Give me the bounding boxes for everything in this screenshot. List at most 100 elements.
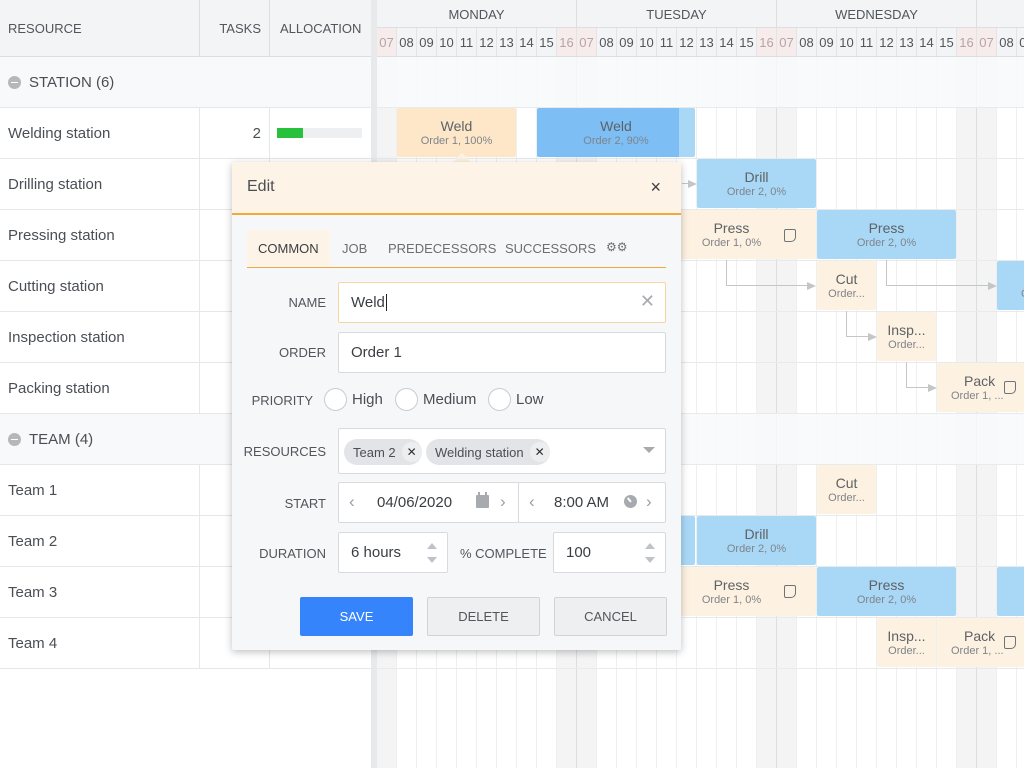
- close-icon[interactable]: ×: [650, 177, 661, 198]
- hour-header: 11: [457, 28, 477, 56]
- task-bar[interactable]: Press Order 2, 0%: [817, 210, 956, 259]
- dependency-line: [846, 336, 868, 337]
- task-bar[interactable]: Drill Order 2, 0%: [697, 516, 816, 565]
- task-name: Insp...: [887, 321, 926, 338]
- collapse-icon[interactable]: [8, 432, 21, 446]
- task-bar[interactable]: Cut Order...: [817, 261, 876, 310]
- hour-header: 08: [997, 28, 1017, 56]
- priority-option-label: High: [352, 391, 383, 408]
- resource-name: Pressing station: [0, 210, 200, 260]
- task-name: Press: [713, 576, 750, 593]
- decrement-icon[interactable]: [427, 557, 437, 563]
- task-name: Pack: [964, 627, 996, 644]
- order-label: ORDER: [279, 345, 326, 360]
- tab-successors[interactable]: SUCCESSORS: [494, 230, 607, 266]
- dropdown-arrow-icon[interactable]: [643, 447, 655, 453]
- task-bar[interactable]: Insp... Order...: [877, 618, 936, 667]
- column-header-resource[interactable]: RESOURCE: [0, 0, 200, 57]
- task-name: Drill: [744, 525, 769, 542]
- hour-header: 09: [617, 28, 637, 56]
- percent-complete-input[interactable]: 100: [553, 532, 666, 573]
- column-header-allocation[interactable]: ALLOCATION: [270, 0, 371, 57]
- task-bar[interactable]: Cut Order...: [817, 465, 876, 514]
- duration-value: 6 hours: [351, 544, 402, 561]
- task-bar[interactable]: O: [997, 261, 1024, 310]
- note-icon[interactable]: [784, 229, 796, 242]
- column-header-tasks[interactable]: TASKS: [200, 0, 270, 57]
- task-bar[interactable]: Drill Order 2, 0%: [697, 159, 816, 208]
- start-date-input[interactable]: ‹ 04/06/2020 ›: [338, 482, 519, 523]
- increment-icon[interactable]: [427, 543, 437, 549]
- note-icon[interactable]: [1004, 636, 1016, 649]
- duration-input[interactable]: 6 hours: [338, 532, 448, 573]
- dependency-arrow: [807, 282, 816, 290]
- priority-radio-low[interactable]: [488, 388, 511, 411]
- resources-label: RESOURCES: [243, 444, 326, 459]
- priority-radio-high[interactable]: [324, 388, 347, 411]
- tab-job[interactable]: JOB: [331, 230, 378, 266]
- gears-icon[interactable]: ⚙⚙: [606, 240, 628, 254]
- group-label: TEAM (4): [29, 430, 94, 448]
- task-bar[interactable]: Weld Order 1, 100%: [397, 108, 516, 157]
- note-icon[interactable]: [784, 585, 796, 598]
- prev-date-icon[interactable]: ‹: [349, 492, 355, 512]
- remove-chip-icon[interactable]: ✕: [529, 442, 550, 462]
- cancel-button[interactable]: CANCEL: [554, 597, 667, 636]
- timeline-row: [377, 57, 1024, 108]
- priority-label: PRIORITY: [251, 393, 313, 408]
- percent-complete-value: 100: [566, 544, 592, 561]
- task-detail: Order 2, 90%: [583, 134, 649, 147]
- order-input[interactable]: Order 1: [338, 332, 666, 373]
- task-detail: Order...: [888, 338, 925, 351]
- resources-combo[interactable]: Team 2 ✕ Welding station ✕: [338, 428, 666, 474]
- remove-chip-icon[interactable]: ✕: [401, 442, 422, 462]
- resource-name: Drilling station: [0, 159, 200, 209]
- calendar-icon[interactable]: [476, 492, 489, 508]
- collapse-icon[interactable]: [8, 75, 21, 89]
- increment-icon[interactable]: [645, 543, 655, 549]
- clock-icon[interactable]: [624, 495, 637, 508]
- hour-header: 08: [797, 28, 817, 56]
- task-name: Cut: [835, 474, 858, 491]
- task-bar[interactable]: Weld Order 2, 90%: [537, 108, 695, 157]
- group-label: STATION (6): [29, 73, 115, 91]
- timeline-hours-header: 07 08 09 10 11 12 13 14 15 16 07 08 09 10 11 12 13 14 15 16…: [377, 28, 1024, 57]
- next-date-icon[interactable]: ›: [500, 492, 506, 512]
- hour-header: 10: [837, 28, 857, 56]
- day-header: TUESDAY: [577, 0, 777, 28]
- hour-header: 13: [897, 28, 917, 56]
- dependency-line: [726, 285, 808, 286]
- task-bar[interactable]: Press Order 2, 0%: [817, 567, 956, 616]
- edit-dialog: Edit × COMMON JOB PREDECESSORS SUCCESSOR…: [232, 162, 681, 650]
- decrement-icon[interactable]: [645, 557, 655, 563]
- task-detail: Order 2, 0%: [856, 236, 917, 249]
- task-bar[interactable]: Insp... Order...: [877, 312, 936, 361]
- prev-time-icon[interactable]: ‹: [529, 492, 535, 512]
- dependency-line: [726, 260, 727, 286]
- name-input[interactable]: Weld ✕: [338, 282, 666, 323]
- next-time-icon[interactable]: ›: [646, 492, 652, 512]
- hour-header: 12: [677, 28, 697, 56]
- task-bar[interactable]: [997, 567, 1024, 616]
- task-detail: Order 2, 0%: [856, 593, 917, 606]
- timeline-days-header: MONDAY TUESDAY WEDNESDAY: [377, 0, 1024, 28]
- hour-header: 16: [557, 28, 577, 56]
- hour-header: 11: [857, 28, 877, 56]
- clear-icon[interactable]: ✕: [640, 291, 655, 312]
- tab-predecessors[interactable]: PREDECESSORS: [377, 230, 507, 266]
- group-row-station[interactable]: STATION (6): [0, 57, 371, 108]
- save-button[interactable]: SAVE: [300, 597, 413, 636]
- task-detail: Order...: [828, 287, 865, 300]
- note-icon[interactable]: [1004, 381, 1016, 394]
- delete-button[interactable]: DELETE: [427, 597, 540, 636]
- priority-radio-medium[interactable]: [395, 388, 418, 411]
- hour-header: 13: [697, 28, 717, 56]
- text-cursor: [385, 294, 387, 311]
- start-time-input[interactable]: ‹ 8:00 AM ›: [518, 482, 666, 523]
- dependency-line: [906, 362, 907, 388]
- tab-common[interactable]: COMMON: [247, 230, 330, 266]
- resource-row[interactable]: Welding station 2: [0, 108, 371, 159]
- dependency-line: [886, 285, 988, 286]
- allocation-bar: [277, 128, 362, 138]
- hour-header: 07: [377, 28, 397, 56]
